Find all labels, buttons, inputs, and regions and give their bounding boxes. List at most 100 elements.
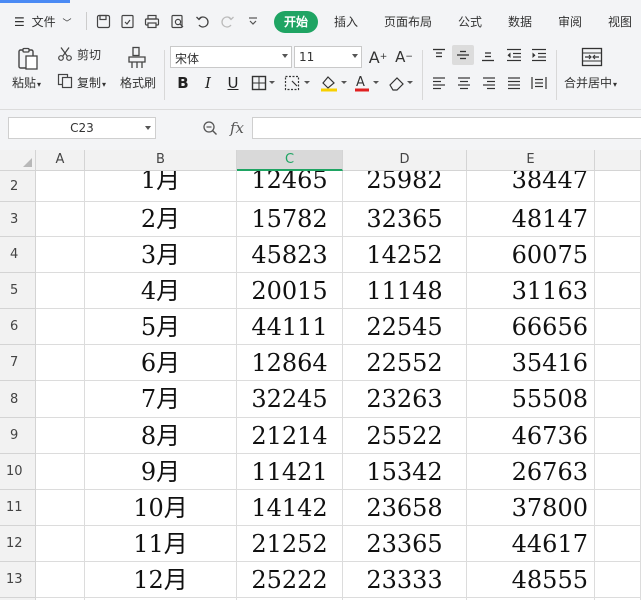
file-menu[interactable]: ☰ 文件 ﹀ [14, 12, 71, 32]
eraser-icon[interactable] [386, 73, 416, 93]
underline-icon[interactable]: U [222, 72, 244, 94]
paste-icon[interactable] [14, 46, 42, 72]
table-cell[interactable]: 25222 [237, 562, 343, 598]
paste-button[interactable]: 粘贴▾ [12, 75, 41, 93]
row-header[interactable]: 4 [0, 237, 36, 273]
distributed-align-icon[interactable] [530, 74, 548, 92]
table-cell[interactable] [595, 418, 641, 454]
table-cell[interactable]: 14252 [343, 237, 467, 273]
table-cell[interactable] [595, 345, 641, 381]
table-cell[interactable] [595, 381, 641, 418]
tab-data[interactable]: 数据 [508, 12, 532, 32]
increase-indent-icon[interactable] [530, 46, 548, 64]
format-painter-icon[interactable] [124, 45, 150, 71]
row-header[interactable]: 3 [0, 202, 36, 237]
tab-review[interactable]: 审阅 [558, 12, 582, 32]
table-cell[interactable]: 45823 [237, 237, 343, 273]
row-header[interactable]: 11 [0, 490, 36, 526]
tab-page-layout[interactable]: 页面布局 [384, 12, 432, 32]
align-top-icon[interactable] [430, 46, 448, 64]
table-cell[interactable]: 4月 [85, 273, 237, 309]
table-cell[interactable]: 25522 [343, 418, 467, 454]
column-header-e[interactable]: E [467, 150, 595, 171]
tab-insert[interactable]: 插入 [334, 12, 358, 32]
table-cell[interactable]: 46736 [467, 418, 595, 454]
column-header-a[interactable]: A [36, 150, 85, 171]
table-cell[interactable]: 8月 [85, 418, 237, 454]
table-cell[interactable]: 23365 [343, 526, 467, 562]
table-cell[interactable]: 6月 [85, 345, 237, 381]
table-cell[interactable]: 20015 [237, 273, 343, 309]
tab-formulas[interactable]: 公式 [458, 12, 482, 32]
scissors-icon[interactable] [56, 45, 74, 63]
font-color-icon[interactable]: A [352, 73, 382, 93]
table-cell[interactable] [595, 490, 641, 526]
table-cell[interactable] [595, 562, 641, 598]
table-cell[interactable]: 23333 [343, 562, 467, 598]
column-header-overflow[interactable] [595, 150, 641, 171]
justify-icon[interactable] [505, 74, 523, 92]
align-middle-icon[interactable] [452, 45, 474, 65]
decrease-indent-icon[interactable] [505, 46, 523, 64]
table-cell[interactable]: 12864 [237, 345, 343, 381]
table-cell[interactable]: 12月 [85, 562, 237, 598]
row-header[interactable]: 9 [0, 418, 36, 454]
format-painter-button[interactable]: 格式刷 [120, 75, 156, 91]
table-cell[interactable]: 11148 [343, 273, 467, 309]
table-cell[interactable] [36, 273, 85, 309]
table-cell[interactable] [595, 309, 641, 345]
table-cell[interactable]: 21252 [237, 526, 343, 562]
formula-input[interactable] [252, 117, 641, 139]
cut-button[interactable]: 剪切 [77, 47, 101, 63]
table-cell[interactable] [36, 345, 85, 381]
align-left-icon[interactable] [430, 74, 448, 92]
align-right-icon[interactable] [480, 74, 498, 92]
table-cell[interactable]: 37800 [467, 490, 595, 526]
table-cell[interactable]: 48555 [467, 562, 595, 598]
table-cell[interactable] [595, 202, 641, 237]
copy-button[interactable]: 复制▾ [77, 75, 106, 93]
fill-color-icon[interactable] [318, 73, 350, 93]
table-cell[interactable]: 15342 [343, 454, 467, 490]
column-header-b[interactable]: B [85, 150, 237, 171]
table-cell[interactable] [36, 381, 85, 418]
row-header[interactable]: 2 [0, 171, 36, 202]
table-cell[interactable]: 5月 [85, 309, 237, 345]
table-cell[interactable]: 44111 [237, 309, 343, 345]
table-cell[interactable] [36, 526, 85, 562]
table-cell[interactable] [595, 273, 641, 309]
copy-icon[interactable] [56, 72, 74, 90]
table-cell[interactable]: 32365 [343, 202, 467, 237]
column-header-d[interactable]: D [343, 150, 467, 171]
align-center-icon[interactable] [455, 74, 473, 92]
table-cell[interactable]: 44617 [467, 526, 595, 562]
table-cell[interactable]: 10月 [85, 490, 237, 526]
table-cell[interactable]: 9月 [85, 454, 237, 490]
print-icon[interactable] [143, 12, 161, 30]
row-header[interactable]: 13 [0, 562, 36, 598]
table-cell[interactable]: 66656 [467, 309, 595, 345]
undo-icon[interactable] [193, 12, 211, 30]
table-cell[interactable]: 11421 [237, 454, 343, 490]
italic-icon[interactable]: I [197, 72, 219, 94]
decrease-font-size-icon[interactable]: A − [394, 46, 414, 68]
merge-center-icon[interactable] [580, 46, 604, 68]
table-cell[interactable]: 48147 [467, 202, 595, 237]
table-cell[interactable]: 26763 [467, 454, 595, 490]
table-cell[interactable]: 7月 [85, 381, 237, 418]
font-size-select[interactable]: 11 [294, 46, 362, 68]
table-cell[interactable]: 35416 [467, 345, 595, 381]
table-cell[interactable] [36, 562, 85, 598]
table-cell[interactable]: 12465 [237, 171, 343, 202]
save-icon[interactable] [94, 12, 112, 30]
table-cell[interactable]: 11月 [85, 526, 237, 562]
table-cell[interactable] [36, 202, 85, 237]
row-header[interactable]: 7 [0, 345, 36, 381]
table-cell[interactable]: 22545 [343, 309, 467, 345]
table-cell[interactable]: 21214 [237, 418, 343, 454]
font-name-select[interactable]: 宋体 [170, 46, 292, 68]
borders-icon[interactable] [250, 74, 278, 92]
table-cell[interactable]: 23658 [343, 490, 467, 526]
table-cell[interactable]: 23263 [343, 381, 467, 418]
table-cell[interactable]: 1月 [85, 171, 237, 202]
